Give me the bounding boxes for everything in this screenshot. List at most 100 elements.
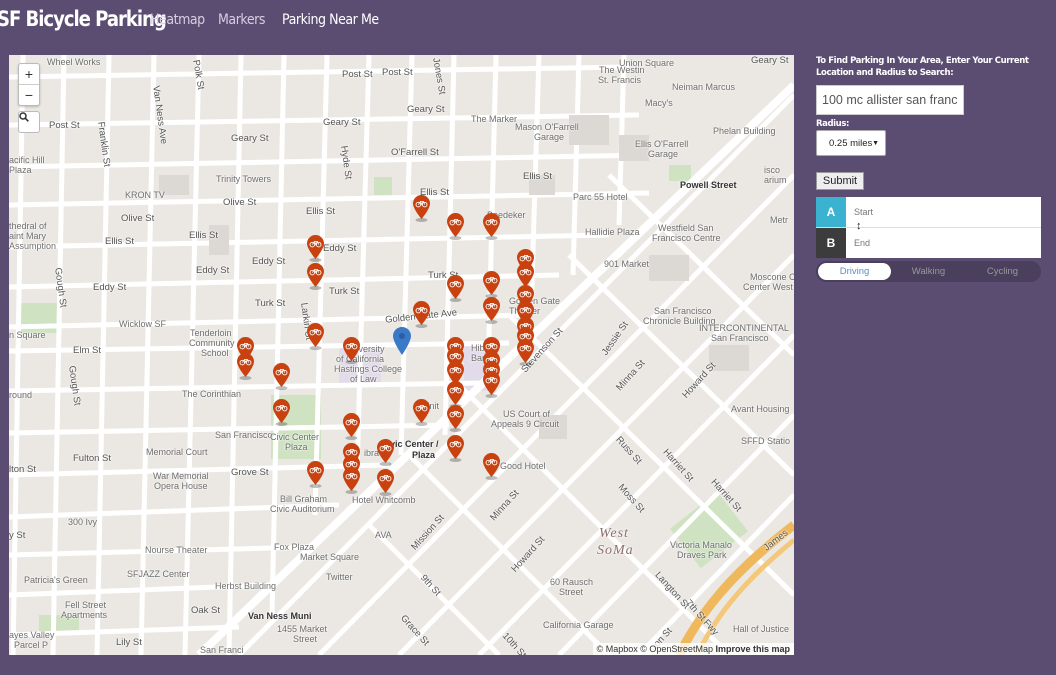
bike-parking-marker[interactable] (413, 399, 430, 426)
directions-box: A B ↕ (816, 197, 1041, 258)
map-label: of Law (350, 374, 377, 384)
mode-walking[interactable]: Walking (892, 263, 965, 280)
map-label: Civic Auditorium (270, 504, 335, 514)
nav-parking-near-me[interactable]: Parking Near Me (282, 12, 379, 28)
map-label: Eddy St (323, 243, 357, 254)
bike-parking-marker[interactable] (413, 195, 430, 222)
map-label: Plaza (285, 442, 308, 452)
bike-parking-marker[interactable] (307, 235, 324, 262)
map-label: Parc 55 Hotel (573, 192, 628, 202)
map-label: Elm St (73, 345, 101, 356)
bike-parking-marker[interactable] (447, 275, 464, 302)
map-label: round (9, 390, 33, 400)
bike-parking-marker[interactable] (273, 363, 290, 390)
bike-parking-marker[interactable] (517, 339, 534, 366)
map-label: Eddy St (252, 256, 286, 267)
map-label: ayes Valley (9, 630, 55, 640)
map-label: Geary St (751, 55, 789, 66)
map-label: Hastings College (334, 364, 403, 374)
bike-parking-marker[interactable] (483, 371, 500, 398)
map-label: Powell Street (680, 180, 737, 190)
bike-parking-marker[interactable] (483, 271, 500, 298)
zoom-out-button[interactable]: − (19, 84, 39, 105)
map-label: Trinity Towers (216, 174, 272, 184)
district-label: West (599, 526, 629, 541)
attribution-osm[interactable]: © OpenStreetMap (640, 644, 713, 654)
mode-driving[interactable]: Driving (818, 263, 891, 280)
bike-parking-marker[interactable] (413, 301, 430, 328)
bike-parking-marker[interactable] (377, 439, 394, 466)
map-label: Hallidie Plaza (585, 227, 640, 237)
bike-parking-marker[interactable] (447, 405, 464, 432)
map-label: lton St (9, 464, 36, 475)
map-search-button[interactable] (18, 111, 40, 133)
map-attribution: © Mapbox © OpenStreetMap Improve this ma… (592, 643, 794, 655)
submit-button[interactable]: Submit (816, 172, 864, 190)
bike-parking-marker[interactable] (447, 381, 464, 408)
bike-parking-marker[interactable] (273, 399, 290, 426)
map-label: Macy's (645, 98, 673, 108)
map-label: The Marker (471, 114, 518, 124)
map-label: Ellis St (105, 236, 135, 247)
map-label: 901 Market (604, 259, 650, 269)
map-label: Phelan Building (713, 126, 776, 136)
map-label: 60 Rausch (550, 577, 594, 587)
bike-parking-marker[interactable] (343, 467, 360, 494)
map-label: Plaza (9, 165, 32, 175)
map-label: Draves Park (677, 550, 727, 560)
map-label: California Garage (543, 620, 614, 630)
nav-markers[interactable]: Markers (218, 12, 265, 28)
map-label: Nourse Theater (145, 545, 208, 555)
bike-parking-marker[interactable] (483, 297, 500, 324)
map-label: isco (764, 165, 781, 175)
bike-parking-marker[interactable] (447, 435, 464, 462)
map-label: Geary St (323, 117, 361, 128)
radius-select[interactable]: 0.25 miles ▼ (816, 130, 886, 156)
map-label: Metr (770, 215, 788, 225)
bike-parking-marker[interactable] (237, 353, 254, 380)
bike-parking-marker[interactable] (307, 323, 324, 350)
map-label: Parcel P (14, 640, 49, 650)
map-label: Lily St (116, 637, 142, 648)
map-label: San Francisco (711, 333, 769, 343)
start-input[interactable] (846, 197, 1041, 227)
bike-parking-marker[interactable] (307, 461, 324, 488)
map-label: Patricia's Green (24, 575, 88, 585)
current-location-pin[interactable] (393, 327, 411, 355)
brand-title[interactable]: SF Bicycle Parking (0, 7, 167, 31)
map-label: Memorial Court (146, 447, 208, 457)
map-label: thedral of (9, 221, 47, 231)
improve-map-link[interactable]: Improve this map (715, 644, 790, 654)
map-label: Garage (648, 149, 679, 159)
map-label: vic Center / (390, 439, 439, 449)
end-input[interactable] (846, 228, 1041, 258)
map-label: O'Farrell St (391, 147, 439, 158)
attribution-mapbox[interactable]: © Mapbox (597, 644, 638, 654)
bike-parking-marker[interactable] (483, 213, 500, 240)
map-label: 300 Ivy (68, 517, 98, 527)
map-label: SFJAZZ Center (127, 569, 190, 579)
map-label: n Square (9, 330, 46, 340)
map[interactable]: Wheel Works Polk St Post St Post St Jone… (9, 55, 794, 655)
bike-parking-marker[interactable] (307, 263, 324, 290)
map-label: aint Mary (9, 231, 47, 241)
map-label: Opera House (154, 481, 208, 491)
bike-parking-marker[interactable] (343, 413, 360, 440)
map-label: Street (293, 634, 318, 644)
map-label: Westfield San (658, 223, 714, 233)
map-label: War Memorial (153, 471, 209, 481)
bike-parking-marker[interactable] (483, 453, 500, 480)
map-label: Geary St (407, 104, 445, 115)
map-label: Fell Street (65, 600, 107, 610)
bike-parking-marker[interactable] (377, 469, 394, 496)
zoom-in-button[interactable]: + (19, 64, 39, 84)
map-label: Garage (534, 132, 565, 142)
map-label: KRON TV (125, 190, 165, 200)
nav-heatmap[interactable]: Heatmap (150, 12, 205, 28)
mode-cycling[interactable]: Cycling (966, 263, 1039, 280)
swap-arrows-icon[interactable]: ↕ (856, 219, 862, 233)
location-input[interactable] (816, 85, 964, 115)
bike-parking-marker[interactable] (343, 337, 360, 364)
map-label: Eddy St (93, 282, 127, 293)
bike-parking-marker[interactable] (447, 213, 464, 240)
